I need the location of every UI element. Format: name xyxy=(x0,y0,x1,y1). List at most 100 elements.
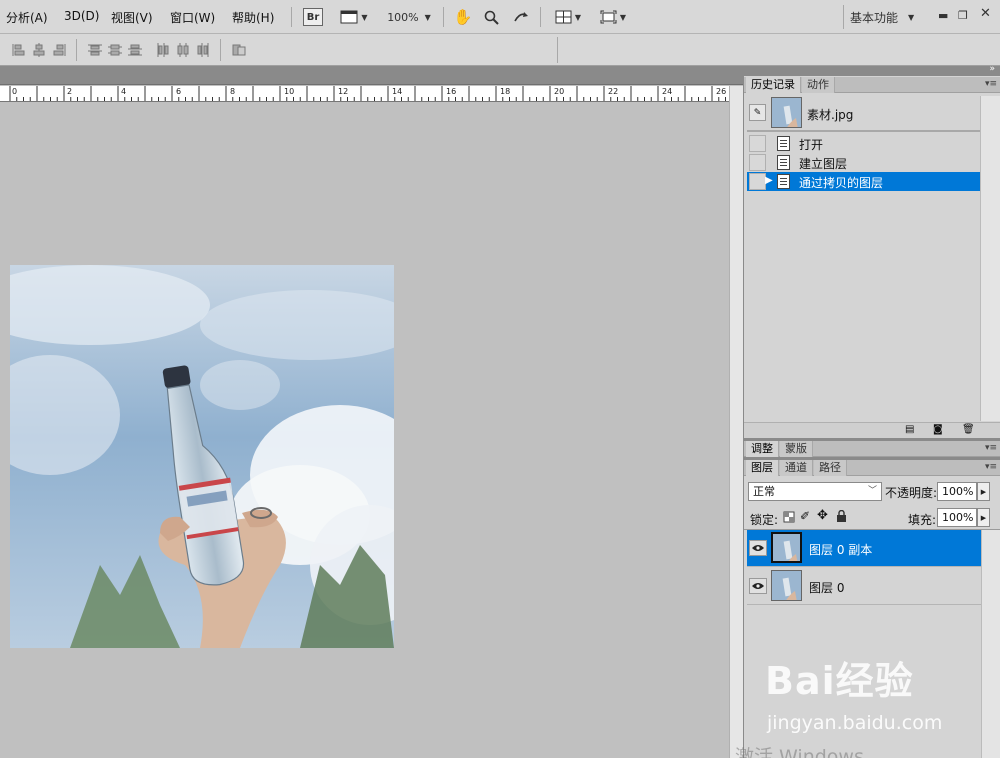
zoom-tool-button[interactable] xyxy=(482,8,500,26)
layers-scrollbar[interactable] xyxy=(981,530,1000,758)
history-step-label: 打开 xyxy=(799,138,824,152)
bridge-button[interactable]: Br xyxy=(303,8,323,26)
ruler-label: 12 xyxy=(338,87,349,96)
workspace-switcher[interactable]: 基本功能 ▼ xyxy=(850,8,928,26)
history-snapshot[interactable]: ✎ 素材.jpg xyxy=(747,96,980,132)
bridge-label: Br xyxy=(306,11,320,23)
distribute-bottom-icon[interactable] xyxy=(128,43,142,57)
menu-analysis[interactable]: 分析(A) xyxy=(6,9,48,26)
align-vertical-centers-icon[interactable] xyxy=(32,43,46,57)
history-state-icon xyxy=(777,155,790,170)
layer-name: 图层 0 副本 xyxy=(809,543,873,557)
hand-tool-button[interactable]: ✋ xyxy=(454,8,473,26)
snapshot-thumbnail-image xyxy=(772,98,801,127)
tab-masks[interactable]: 蒙版 xyxy=(780,441,813,457)
layer-row-selected[interactable]: 图层 0 副本 xyxy=(747,530,981,567)
vertical-scrollbar[interactable] xyxy=(729,86,743,758)
align-top-edges-icon[interactable] xyxy=(12,43,26,57)
ruler-label: 20 xyxy=(554,87,565,96)
trash-icon[interactable]: 🗑 xyxy=(962,424,975,435)
history-step-checkbox[interactable] xyxy=(749,135,766,152)
menu-3d[interactable]: 3D(D) xyxy=(64,9,99,23)
menu-separator xyxy=(540,7,541,27)
history-step[interactable]: 建立图层 xyxy=(747,153,980,172)
ruler-label: 18 xyxy=(500,87,511,96)
ruler-label: 14 xyxy=(392,87,403,96)
fill-slider-button[interactable]: ▶ xyxy=(977,508,990,527)
chevron-down-icon: ▼ xyxy=(619,12,627,22)
horizontal-ruler: 0 2 4 6 8 10 12 14 16 18 20 22 24 26 xyxy=(0,86,729,102)
history-step-checkbox[interactable] xyxy=(749,154,766,171)
fill-value: 100% xyxy=(942,511,974,524)
close-button[interactable]: ✕ xyxy=(980,6,991,21)
opacity-input[interactable]: 100% xyxy=(937,482,977,501)
layer-row[interactable]: 图层 0 xyxy=(747,568,981,605)
fill-label: 填充: xyxy=(908,513,937,527)
new-document-from-state-icon[interactable]: ▤ xyxy=(905,424,914,435)
align-bottom-edges-icon[interactable] xyxy=(52,43,66,57)
opacity-label: 不透明度: xyxy=(885,486,938,500)
windows-activation-notice: 激活 Windows xyxy=(735,746,864,758)
distribute-left-icon[interactable] xyxy=(156,43,170,57)
tab-paths[interactable]: 路径 xyxy=(814,460,847,476)
fill-input[interactable]: 100% xyxy=(937,508,977,527)
tab-channels[interactable]: 通道 xyxy=(780,460,813,476)
ruler-label: 2 xyxy=(67,87,73,96)
panel-menu-icon[interactable]: ▾≡ xyxy=(985,462,997,472)
arrange-documents-button[interactable]: ▼ xyxy=(551,8,585,26)
lock-transparent-pixels-icon[interactable] xyxy=(783,511,795,523)
distribute-right-icon[interactable] xyxy=(196,43,210,57)
history-step-selected[interactable]: ▶ 通过拷贝的图层 xyxy=(747,172,980,191)
menu-help[interactable]: 帮助(H) xyxy=(232,9,274,26)
tab-history[interactable]: 历史记录 xyxy=(746,77,801,93)
distribute-horizontal-centers-icon[interactable] xyxy=(176,43,190,57)
ruler-label: 6 xyxy=(176,87,182,96)
history-brush-source-icon[interactable]: ✎ xyxy=(749,104,766,121)
menu-separator xyxy=(443,7,444,27)
layer-visibility-toggle[interactable] xyxy=(749,540,767,556)
lock-all-icon[interactable] xyxy=(836,510,847,523)
distribute-vertical-centers-icon[interactable] xyxy=(108,43,122,57)
lock-position-icon[interactable]: ✥ xyxy=(817,508,828,523)
menu-window[interactable]: 窗口(W) xyxy=(170,9,215,26)
caret-right-icon: ▶ xyxy=(980,487,987,496)
panel-menu-icon[interactable]: ▾≡ xyxy=(985,79,997,89)
history-step[interactable]: 打开 xyxy=(747,134,980,153)
eye-icon xyxy=(752,583,764,589)
ruler-ticks xyxy=(9,86,726,101)
zoom-dropdown[interactable]: 100% ▼ xyxy=(386,8,432,26)
rotate-view-button[interactable] xyxy=(510,8,530,26)
distribute-top-icon[interactable] xyxy=(88,43,102,57)
ruler-label: 26 xyxy=(716,87,727,96)
history-scrollbar[interactable] xyxy=(980,96,1000,421)
rotate-view-icon xyxy=(513,11,528,21)
opacity-slider-button[interactable]: ▶ xyxy=(977,482,990,501)
new-snapshot-icon[interactable]: ◙ xyxy=(933,424,943,435)
layer-visibility-toggle[interactable] xyxy=(749,578,767,594)
menu-view[interactable]: 视图(V) xyxy=(111,9,153,26)
lock-label: 锁定: xyxy=(750,513,779,527)
screen-mode-button[interactable]: ▼ xyxy=(596,8,630,26)
auto-align-layers-icon[interactable] xyxy=(232,43,246,57)
history-step-checkbox[interactable] xyxy=(749,173,766,190)
panel-menu-icon[interactable]: ▾≡ xyxy=(985,443,997,453)
baidu-watermark-logo: Bai经验 xyxy=(765,659,914,703)
restore-button[interactable]: ❐ xyxy=(958,9,968,22)
collapse-panels-icon[interactable]: » xyxy=(989,64,995,74)
options-separator xyxy=(76,39,77,61)
minimize-button[interactable]: ▬ xyxy=(938,9,948,22)
tab-actions[interactable]: 动作 xyxy=(802,77,835,93)
tab-layers[interactable]: 图层 xyxy=(746,460,779,476)
lock-image-pixels-icon[interactable]: ✐ xyxy=(800,509,810,523)
screen-layout-button[interactable]: ▼ xyxy=(338,8,370,26)
canvas-photo[interactable] xyxy=(10,265,394,648)
blend-mode-select[interactable]: 正常 ﹀ xyxy=(748,482,882,501)
tab-adjustments[interactable]: 调整 xyxy=(746,441,779,457)
snapshot-name: 素材.jpg xyxy=(807,108,854,122)
layout-icon xyxy=(340,10,358,24)
zoom-value: 100% xyxy=(387,10,419,24)
menu-bar: 分析(A) 3D(D) 视图(V) 窗口(W) 帮助(H) Br ▼ 100% … xyxy=(0,0,1000,34)
history-panel-tabs: 历史记录 动作 ▾≡ xyxy=(744,77,1000,93)
bottle-photo-image xyxy=(10,265,394,648)
caret-right-icon: ▶ xyxy=(980,513,987,522)
